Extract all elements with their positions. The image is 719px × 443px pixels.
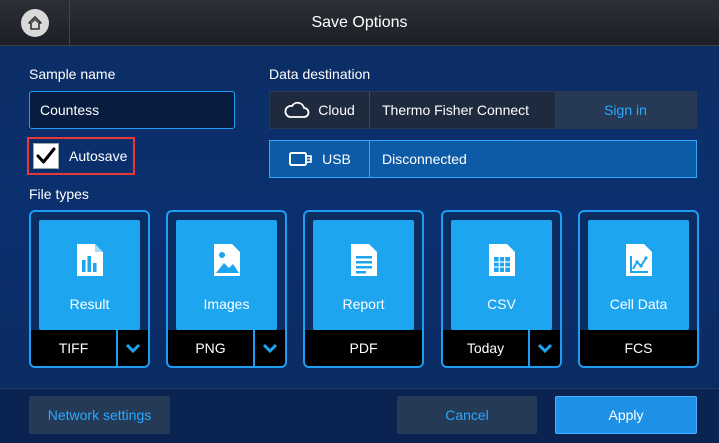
chevron-down-icon	[537, 343, 553, 353]
destination-cloud-type: Cloud	[270, 92, 370, 128]
image-file-icon	[213, 244, 240, 276]
home-icon	[20, 9, 49, 37]
chevron-down-icon	[125, 343, 141, 353]
sample-name-label: Sample name	[29, 66, 116, 82]
file-type-images-value: PNG	[195, 340, 226, 356]
autosave-toggle[interactable]: Autosave	[27, 137, 135, 175]
destination-usb-type: USB	[270, 141, 370, 177]
file-type-result-format[interactable]: TIFF	[31, 330, 148, 366]
file-type-result-button[interactable]: Result	[39, 220, 140, 330]
sign-in-button[interactable]: Sign in	[555, 92, 696, 128]
network-settings-button[interactable]: Network settings	[29, 396, 170, 434]
file-type-cell-data-format[interactable]: FCS	[580, 330, 697, 366]
usb-icon	[289, 152, 312, 166]
file-type-cell-data-name: Cell Data	[609, 296, 668, 312]
file-type-csv-button[interactable]: CSV	[451, 220, 552, 330]
file-type-tile-csv[interactable]: CSV Today	[441, 210, 562, 368]
home-button[interactable]	[0, 0, 70, 46]
file-type-csv-name: CSV	[487, 296, 516, 312]
title-bar: Save Options	[0, 0, 719, 46]
file-type-report-value: PDF	[349, 340, 378, 356]
file-type-images-name: Images	[203, 296, 250, 312]
apply-button[interactable]: Apply	[555, 396, 697, 434]
autosave-checkbox[interactable]	[33, 143, 59, 169]
cell-data-file-icon	[625, 244, 652, 276]
usb-status: Disconnected	[382, 151, 467, 167]
file-type-tile-cell-data[interactable]: Cell Data FCS	[578, 210, 699, 368]
file-type-report-button[interactable]: Report	[313, 220, 414, 330]
file-type-cell-data-button[interactable]: Cell Data	[588, 220, 689, 330]
report-file-icon	[350, 244, 377, 276]
result-chart-icon	[76, 244, 103, 276]
cloud-status: Thermo Fisher Connect	[382, 102, 530, 118]
cancel-button[interactable]: Cancel	[397, 396, 537, 434]
file-type-result-name: Result	[69, 296, 110, 312]
page-title: Save Options	[311, 14, 408, 31]
file-type-result-dropdown[interactable]	[116, 330, 148, 366]
file-type-csv-value: Today	[466, 340, 505, 356]
file-type-images-button[interactable]: Images	[176, 220, 277, 330]
file-type-tile-result[interactable]: Result TIFF	[29, 210, 150, 368]
file-types-label: File types	[29, 186, 89, 202]
file-type-csv-dropdown[interactable]	[528, 330, 560, 366]
cloud-type-label: Cloud	[318, 102, 355, 118]
checkmark-icon	[36, 147, 56, 164]
csv-file-icon	[488, 244, 515, 276]
data-destination-label: Data destination	[269, 66, 371, 82]
cloud-icon	[284, 101, 310, 118]
sample-name-input[interactable]	[29, 91, 235, 129]
file-type-tile-images[interactable]: Images PNG	[166, 210, 287, 368]
destination-cloud-row[interactable]: Cloud Thermo Fisher Connect Sign in	[269, 91, 697, 129]
autosave-label: Autosave	[69, 148, 128, 164]
file-type-result-value: TIFF	[58, 340, 89, 356]
file-type-tile-report[interactable]: Report PDF	[303, 210, 424, 368]
file-type-cell-data-value: FCS	[624, 340, 653, 356]
destination-usb-row[interactable]: USB Disconnected	[269, 140, 697, 178]
file-type-report-format[interactable]: PDF	[305, 330, 422, 366]
save-options-screen: Save Options Sample name Autosave Data d…	[0, 0, 719, 443]
file-type-images-format[interactable]: PNG	[168, 330, 285, 366]
usb-type-label: USB	[322, 151, 351, 167]
file-type-images-dropdown[interactable]	[253, 330, 285, 366]
file-type-report-name: Report	[342, 296, 385, 312]
chevron-down-icon	[262, 343, 278, 353]
file-type-csv-format[interactable]: Today	[443, 330, 560, 366]
